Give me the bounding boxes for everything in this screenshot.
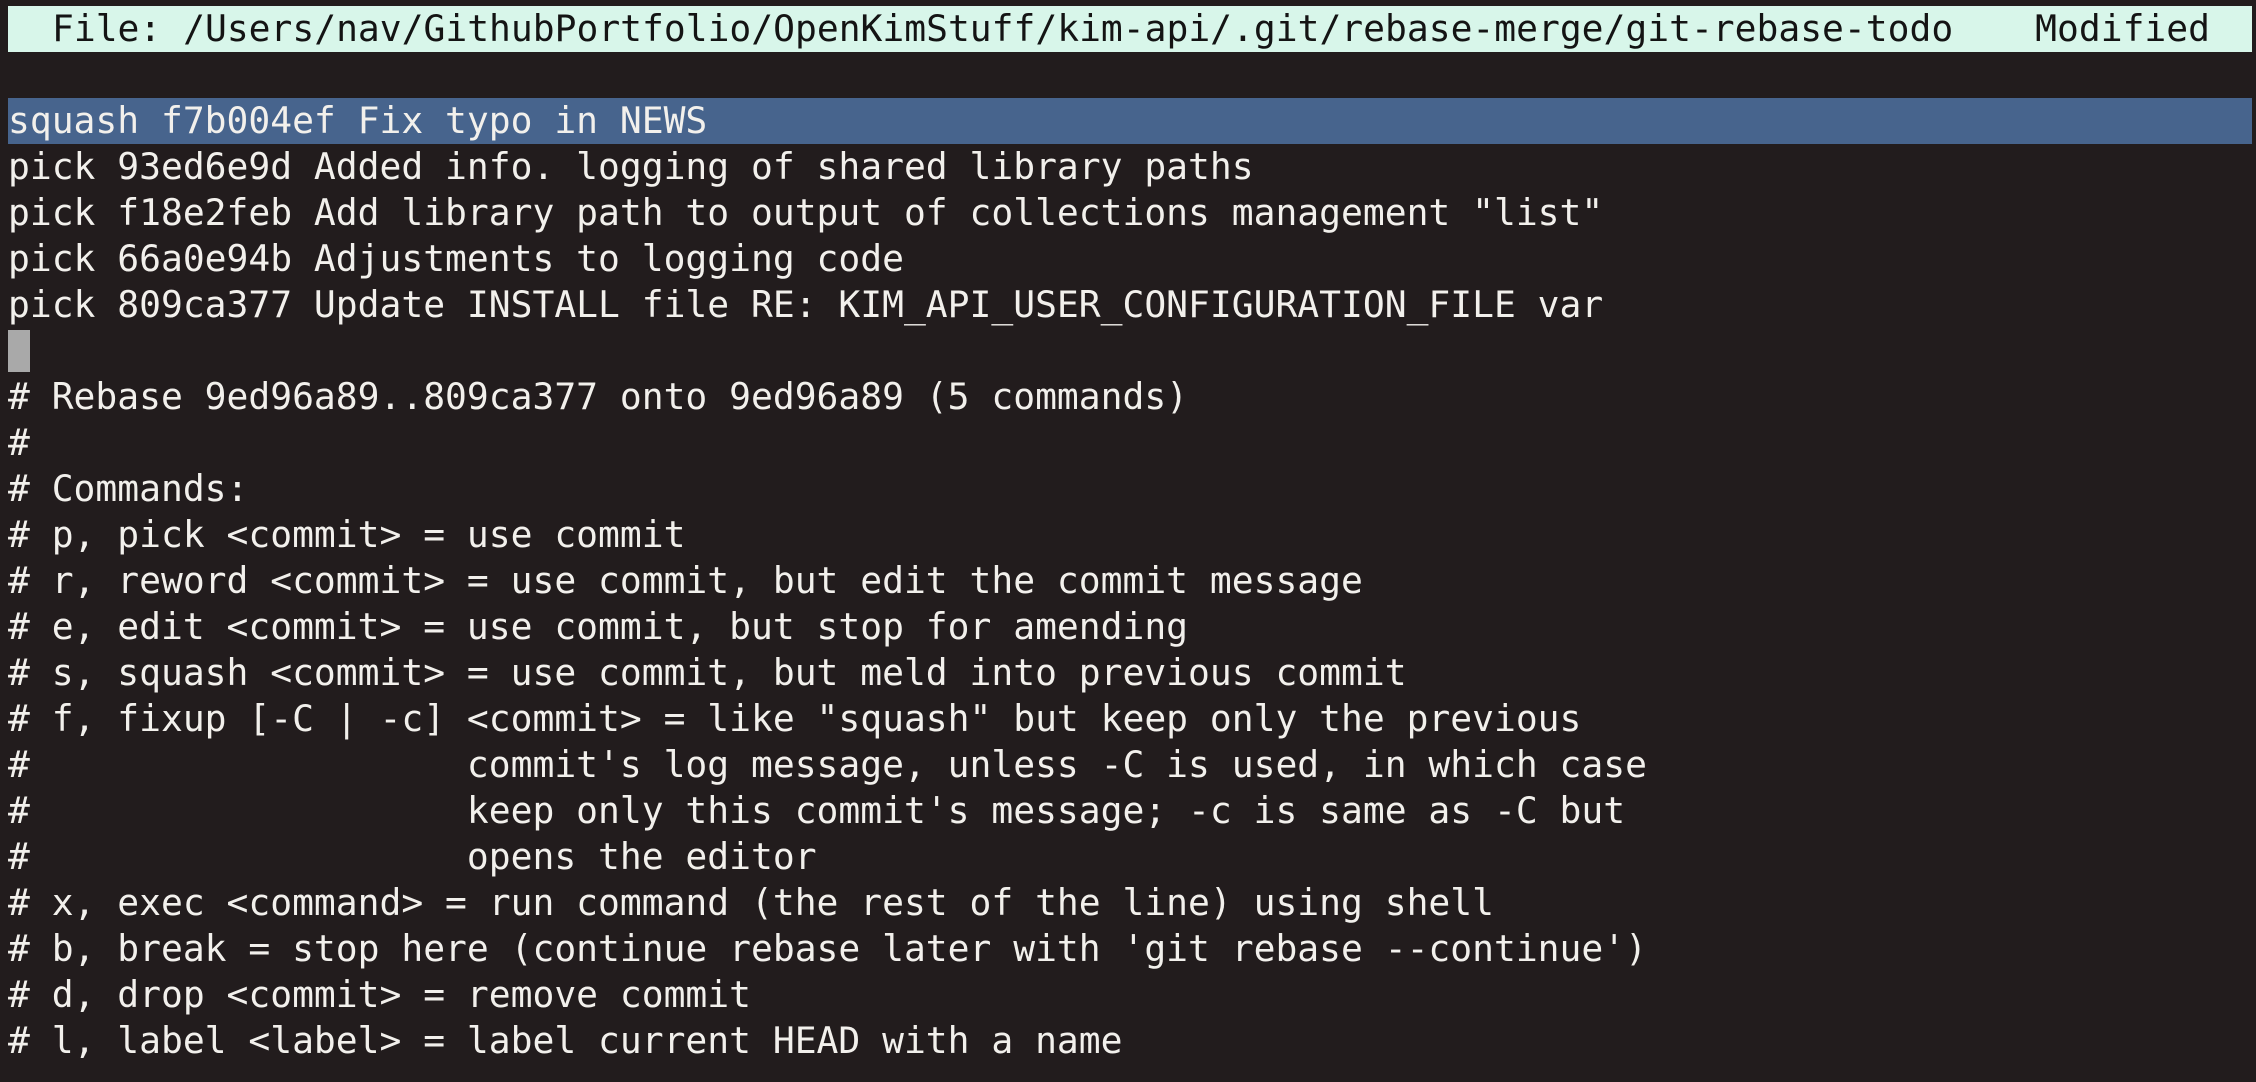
todo-line-pick-3[interactable]: pick 66a0e94b Adjustments to logging cod…	[8, 236, 2252, 282]
comment-line[interactable]: # f, fixup [-C | -c] <commit> = like "sq…	[8, 696, 2252, 742]
todo-line-squash[interactable]: squash f7b004ef Fix typo in NEWS	[8, 98, 2252, 144]
file-path-label: File: /Users/nav/GithubPortfolio/OpenKim…	[52, 7, 1954, 50]
comment-line[interactable]: # b, break = stop here (continue rebase …	[8, 926, 2252, 972]
editor-title-bar: File: /Users/nav/GithubPortfolio/OpenKim…	[8, 6, 2252, 52]
comment-line[interactable]: # keep only this commit's message; -c is…	[8, 788, 2252, 834]
todo-line-pick-2[interactable]: pick f18e2feb Add library path to output…	[8, 190, 2252, 236]
comment-line[interactable]: # l, label <label> = label current HEAD …	[8, 1018, 2252, 1064]
todo-line-pick-4[interactable]: pick 809ca377 Update INSTALL file RE: KI…	[8, 282, 2252, 328]
modified-status: Modified	[2035, 7, 2210, 50]
comment-line[interactable]: # Rebase 9ed96a89..809ca377 onto 9ed96a8…	[8, 374, 2252, 420]
comment-line[interactable]: # Commands:	[8, 466, 2252, 512]
todo-line-pick-1[interactable]: pick 93ed6e9d Added info. logging of sha…	[8, 144, 2252, 190]
comment-line[interactable]: # d, drop <commit> = remove commit	[8, 972, 2252, 1018]
comment-line[interactable]: # r, reword <commit> = use commit, but e…	[8, 558, 2252, 604]
text-cursor	[8, 330, 30, 372]
editor-text-area[interactable]: squash f7b004ef Fix typo in NEWS pick 93…	[8, 98, 2252, 1064]
comment-line[interactable]: #	[8, 420, 2252, 466]
comment-line[interactable]: # commit's log message, unless -C is use…	[8, 742, 2252, 788]
cursor-line[interactable]	[8, 328, 2252, 374]
comment-line[interactable]: # p, pick <commit> = use commit	[8, 512, 2252, 558]
comment-line[interactable]: # opens the editor	[8, 834, 2252, 880]
comment-line[interactable]: # x, exec <command> = run command (the r…	[8, 880, 2252, 926]
comment-line[interactable]: # e, edit <commit> = use commit, but sto…	[8, 604, 2252, 650]
comment-line[interactable]: # s, squash <commit> = use commit, but m…	[8, 650, 2252, 696]
